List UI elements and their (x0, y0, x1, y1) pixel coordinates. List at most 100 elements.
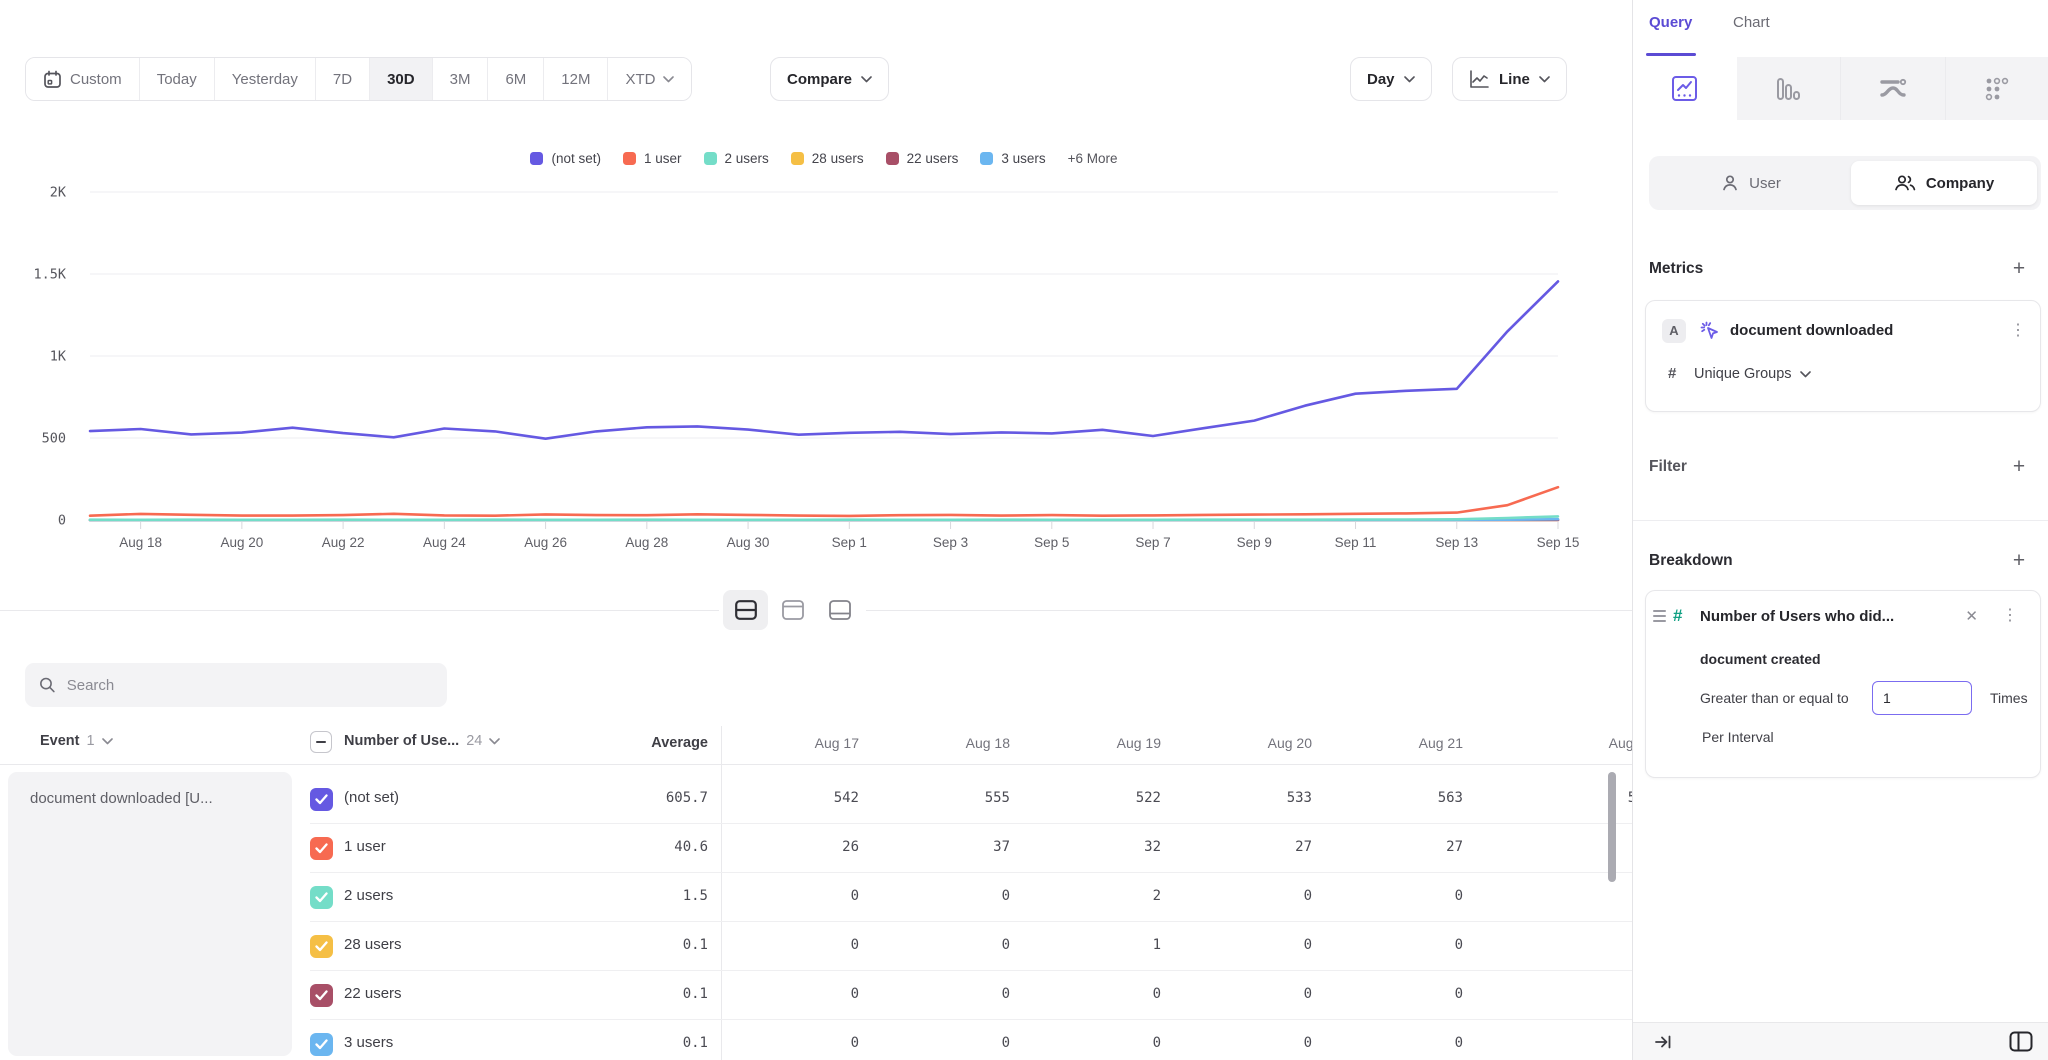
layout-chart-view-button[interactable] (770, 590, 815, 630)
series-checkbox[interactable] (310, 837, 333, 860)
group-column-header[interactable]: Number of Use... 24 (344, 733, 500, 749)
compare-button[interactable]: Compare (770, 57, 889, 101)
cell-value: 26 (722, 839, 873, 855)
cell-value: 0 (873, 1035, 1024, 1051)
date-range-custom[interactable]: Custom (26, 58, 139, 100)
select-all-checkbox[interactable] (310, 731, 332, 753)
series-line[interactable] (90, 487, 1558, 516)
date-range-30d[interactable]: 30D (369, 58, 432, 100)
date-range-12m[interactable]: 12M (543, 58, 607, 100)
x-axis-label: Aug 18 (119, 535, 162, 550)
metric-card[interactable]: A document downloaded ⋮ # Unique Groups (1645, 300, 2041, 412)
layout-toggle-group (719, 586, 866, 634)
add-metric-button[interactable]: + (2008, 258, 2030, 280)
metrics-section-title: Metrics (1649, 260, 1703, 278)
series-line[interactable] (90, 281, 1558, 438)
chart-type-bar-tab[interactable] (1737, 57, 1842, 120)
tab-chart[interactable]: Chart (1733, 14, 1770, 31)
cell-value: 1 (1477, 888, 1632, 904)
date-range-label: 7D (333, 71, 352, 88)
average-value: 0.1 (540, 1035, 708, 1051)
bar-chart-icon (1775, 76, 1801, 102)
search-box (25, 663, 447, 707)
search-input[interactable] (67, 677, 433, 694)
x-axis-label: Sep 7 (1135, 535, 1170, 550)
chart-type-matrix-tab[interactable] (1946, 57, 2048, 120)
chart-type-line-tab[interactable] (1633, 57, 1737, 120)
line-chart: 05001K1.5K2KAug 18Aug 20Aug 22Aug 24Aug … (0, 140, 1632, 570)
close-icon[interactable]: ✕ (1965, 607, 1978, 625)
cell-value: 27 (1175, 839, 1326, 855)
split-panel-icon[interactable] (2009, 1031, 2033, 1052)
top-panel-icon (782, 600, 804, 620)
metric-more-menu[interactable]: ⋮ (2010, 323, 2026, 339)
event-column-header[interactable]: Event 1 (40, 733, 113, 749)
series-checkbox[interactable] (310, 1033, 333, 1056)
add-breakdown-button[interactable]: + (2008, 550, 2030, 572)
check-icon (315, 1039, 328, 1050)
table-body: (not set)605.75425555225335635371 user40… (0, 775, 1632, 1060)
x-axis-label: Sep 9 (1237, 535, 1272, 550)
hash-icon: # (1673, 606, 1682, 626)
date-range-yesterday[interactable]: Yesterday (214, 58, 315, 100)
date-column-header: Aug 21 (1326, 735, 1477, 751)
series-checkbox[interactable] (310, 886, 333, 909)
series-checkbox[interactable] (310, 935, 333, 958)
series-checkbox[interactable] (310, 984, 333, 1007)
date-range-label: Custom (70, 71, 122, 88)
table-row: 3 users0.1000000 (0, 1020, 1632, 1060)
y-axis-label: 2K (50, 185, 67, 201)
metric-event-name: document downloaded (1730, 322, 1893, 339)
interval-dropdown[interactable]: Day (1350, 57, 1432, 101)
date-range-xtd[interactable]: XTD (607, 58, 691, 100)
date-range-3m[interactable]: 3M (432, 58, 488, 100)
date-range-6m[interactable]: 6M (487, 58, 543, 100)
table-row: 22 users0.1000000 (0, 971, 1632, 1020)
drag-handle-icon[interactable] (1653, 607, 1666, 625)
cell-value: 0 (1024, 1035, 1175, 1051)
chart-type-dropdown[interactable]: Line (1452, 57, 1567, 101)
cell-value: 0 (1175, 888, 1326, 904)
chevron-down-icon (102, 738, 113, 745)
collapse-panel-icon[interactable] (1653, 1032, 1673, 1052)
series-label: 22 users (344, 985, 402, 1002)
breakdown-value-input[interactable] (1872, 681, 1972, 715)
breakdown-more-menu[interactable]: ⋮ (2002, 608, 2018, 624)
scope-toggle: User Company (1649, 156, 2041, 210)
x-axis-label: Sep 11 (1335, 535, 1377, 550)
series-checkbox[interactable] (310, 788, 333, 811)
breakdown-per-label: Per Interval (1702, 729, 1774, 745)
average-value: 1.5 (540, 888, 708, 904)
event-count: 1 (87, 733, 95, 749)
x-axis-label: Sep 3 (933, 535, 968, 550)
breakdown-title: Number of Users who did... (1700, 608, 1894, 625)
layout-table-view-button[interactable] (817, 590, 862, 630)
measure-dropdown[interactable]: Unique Groups (1694, 366, 1811, 382)
chart-type-flow-tab[interactable] (1841, 57, 1946, 120)
breakdown-unit-label: Times (1990, 690, 2028, 706)
series-label: (not set) (344, 789, 399, 806)
divider (0, 764, 1632, 765)
cell-value: 0 (873, 937, 1024, 953)
scope-user-option[interactable]: User (1653, 161, 1849, 205)
x-axis-label: Aug 24 (423, 535, 466, 550)
users-icon (1894, 174, 1916, 192)
date-range-7d[interactable]: 7D (315, 58, 369, 100)
chevron-down-icon (489, 738, 500, 745)
layout-split-view-button[interactable] (723, 590, 768, 630)
x-axis-label: Aug 22 (322, 535, 365, 550)
cell-value: 0 (1175, 937, 1326, 953)
check-icon (315, 843, 328, 854)
tab-query[interactable]: Query (1649, 14, 1692, 31)
scope-company-option[interactable]: Company (1851, 161, 2037, 205)
filter-section-title: Filter (1649, 458, 1687, 476)
vertical-scrollbar[interactable] (1608, 772, 1616, 882)
cell-value: 0 (1326, 937, 1477, 953)
group-header-label: Number of Use... (344, 733, 459, 749)
cell-value: 0 (722, 1035, 873, 1051)
date-range-today[interactable]: Today (139, 58, 214, 100)
add-filter-button[interactable]: + (2008, 456, 2030, 478)
date-range-label: Yesterday (232, 71, 298, 88)
chevron-down-icon (663, 76, 674, 83)
cursor-click-icon (1698, 319, 1722, 343)
